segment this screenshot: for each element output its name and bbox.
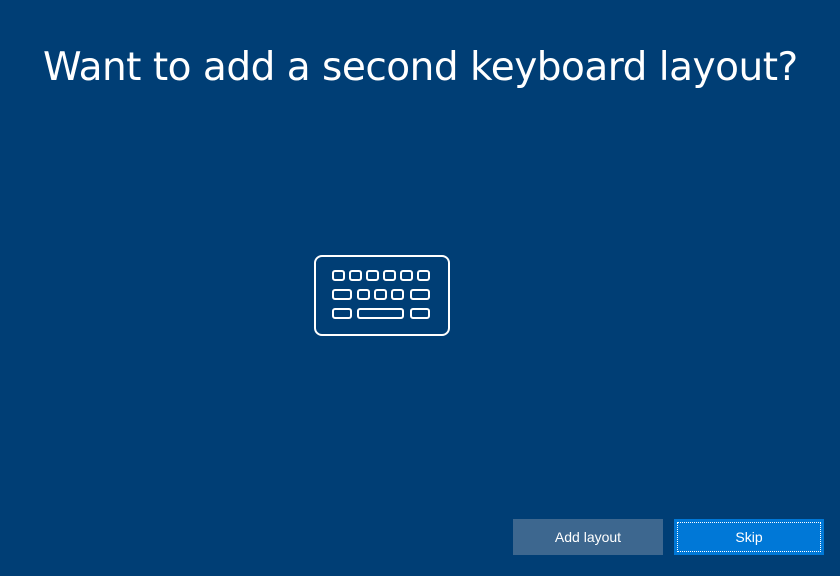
page-title: Want to add a second keyboard layout? xyxy=(43,45,798,90)
oobe-keyboard-page: Want to add a second keyboard layout? Ad… xyxy=(0,0,840,576)
action-bar: Add layout Skip xyxy=(513,519,824,555)
add-layout-button[interactable]: Add layout xyxy=(513,519,663,555)
skip-button[interactable]: Skip xyxy=(674,519,824,555)
keyboard-icon xyxy=(314,255,450,336)
